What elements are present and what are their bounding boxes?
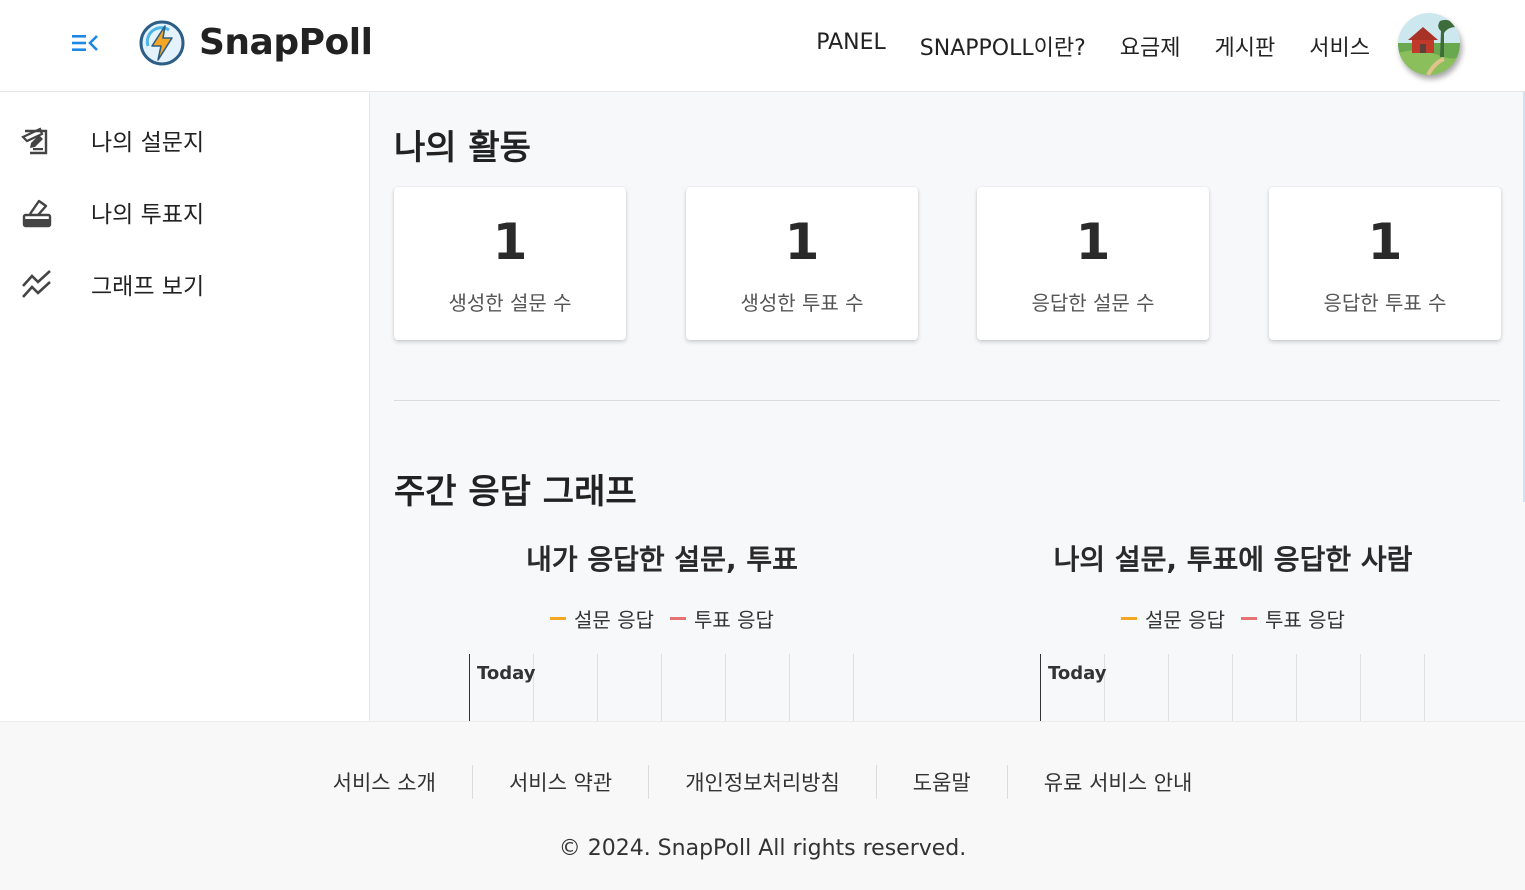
stat-card-created-ballots: 1 생성한 투표 수: [686, 187, 918, 340]
sidebar-item-label: 그래프 보기: [91, 274, 205, 300]
section-divider: [394, 400, 1500, 401]
footer-links: 서비스 소개 서비스 약관 개인정보처리방침 도움말 유료 서비스 안내: [0, 765, 1525, 799]
stat-value: 1: [1075, 213, 1111, 271]
grid-line: [661, 654, 662, 721]
main-nav: PANEL SNAPPOLL이란? 요금제 게시판 서비스: [816, 30, 1370, 62]
menu-collapse-icon[interactable]: [70, 31, 100, 55]
activity-title: 나의 활동: [394, 128, 531, 168]
nav-board[interactable]: 게시판: [1215, 30, 1276, 62]
stat-card-answered-ballots: 1 응답한 투표 수: [1269, 187, 1501, 340]
logo-text[interactable]: SnapPoll: [199, 22, 373, 63]
grid-line: [1360, 654, 1361, 721]
grid-line: [1232, 654, 1233, 721]
survey-sign-icon: [20, 123, 54, 157]
chart-legend: 설문 응답 투표 응답: [402, 604, 922, 633]
chart-plot-area: Today: [1040, 654, 1490, 721]
grid-line: [725, 654, 726, 721]
legend-label: 투표 응답: [694, 608, 774, 632]
stat-label: 생성한 투표 수: [740, 291, 864, 315]
ballot-box-icon: [20, 195, 54, 229]
legend-swatch: [1241, 617, 1257, 620]
x-axis-line: [1040, 654, 1041, 721]
sidebar-item-view-graph[interactable]: 그래프 보기: [0, 254, 370, 314]
x-axis-line: [469, 654, 470, 721]
copyright-text: © 2024. SnapPoll All rights reserved.: [558, 836, 967, 861]
footer-link-privacy[interactable]: 개인정보처리방침: [649, 767, 876, 797]
nav-panel[interactable]: PANEL: [816, 30, 886, 62]
nav-services[interactable]: 서비스: [1309, 30, 1370, 62]
footer-link-paid-services[interactable]: 유료 서비스 안내: [1008, 767, 1229, 797]
grid-line: [597, 654, 598, 721]
grid-line: [1168, 654, 1169, 721]
weekly-graph-title: 주간 응답 그래프: [394, 472, 637, 512]
grid-line: [789, 654, 790, 721]
sidebar-item-label: 나의 설문지: [91, 130, 205, 156]
legend-item-vote[interactable]: 투표 응답: [1241, 604, 1345, 633]
legend-swatch: [1121, 617, 1138, 620]
x-tick-label: Today: [477, 663, 536, 684]
sidebar-item-my-ballots[interactable]: 나의 투표지: [0, 182, 370, 242]
x-tick-label: Today: [1048, 663, 1107, 684]
legend-swatch: [670, 617, 686, 620]
sidebar-item-label: 나의 투표지: [91, 202, 205, 228]
chart-title: 내가 응답한 설문, 투표: [526, 543, 798, 576]
chart-plot-area: Today: [469, 654, 869, 721]
legend-label: 설문 응답: [1145, 608, 1225, 632]
chart-line-icon: [20, 267, 54, 301]
legend-label: 설문 응답: [574, 608, 654, 632]
stat-value: 1: [492, 213, 528, 271]
stat-value: 1: [784, 213, 820, 271]
footer-link-terms[interactable]: 서비스 약관: [473, 767, 648, 797]
chart-responders-to-mine: 나의 설문, 투표에 응답한 사람 설문 응답 투표 응답 Today: [973, 538, 1493, 721]
legend-item-survey[interactable]: 설문 응답: [550, 604, 654, 633]
footer: 서비스 소개 서비스 약관 개인정보처리방침 도움말 유료 서비스 안내 © 2…: [0, 721, 1525, 890]
stat-card-created-surveys: 1 생성한 설문 수: [394, 187, 626, 340]
legend-swatch: [550, 617, 567, 620]
stat-label: 응답한 설문 수: [1031, 291, 1155, 315]
chart-title: 나의 설문, 투표에 응답한 사람: [1053, 543, 1413, 576]
chart-legend: 설문 응답 투표 응답: [973, 604, 1493, 633]
stat-card-answered-surveys: 1 응답한 설문 수: [977, 187, 1209, 340]
chart-my-responses: 내가 응답한 설문, 투표 설문 응답 투표 응답 Today: [402, 538, 922, 721]
stat-label: 생성한 설문 수: [448, 291, 572, 315]
sidebar: 나의 설문지 나의 투표지 그래프 보기: [0, 92, 370, 721]
top-header: SnapPoll PANEL SNAPPOLL이란? 요금제 게시판 서비스: [0, 0, 1525, 92]
legend-item-vote[interactable]: 투표 응답: [670, 604, 774, 633]
sidebar-item-my-surveys[interactable]: 나의 설문지: [0, 110, 370, 170]
grid-line: [1424, 654, 1425, 721]
footer-link-about[interactable]: 서비스 소개: [297, 767, 472, 797]
snappoll-logo-icon[interactable]: [139, 20, 185, 66]
stat-value: 1: [1367, 213, 1403, 271]
legend-label: 투표 응답: [1265, 608, 1345, 632]
legend-item-survey[interactable]: 설문 응답: [1121, 604, 1225, 633]
nav-pricing[interactable]: 요금제: [1120, 30, 1181, 62]
grid-line: [853, 654, 854, 721]
grid-line: [1296, 654, 1297, 721]
nav-about[interactable]: SNAPPOLL이란?: [920, 30, 1086, 62]
footer-link-help[interactable]: 도움말: [877, 767, 1007, 797]
stat-label: 응답한 투표 수: [1323, 291, 1447, 315]
main-content: 나의 활동 1 생성한 설문 수 1 생성한 투표 수 1 응답한 설문 수 1…: [370, 92, 1525, 721]
user-avatar[interactable]: [1398, 13, 1460, 75]
